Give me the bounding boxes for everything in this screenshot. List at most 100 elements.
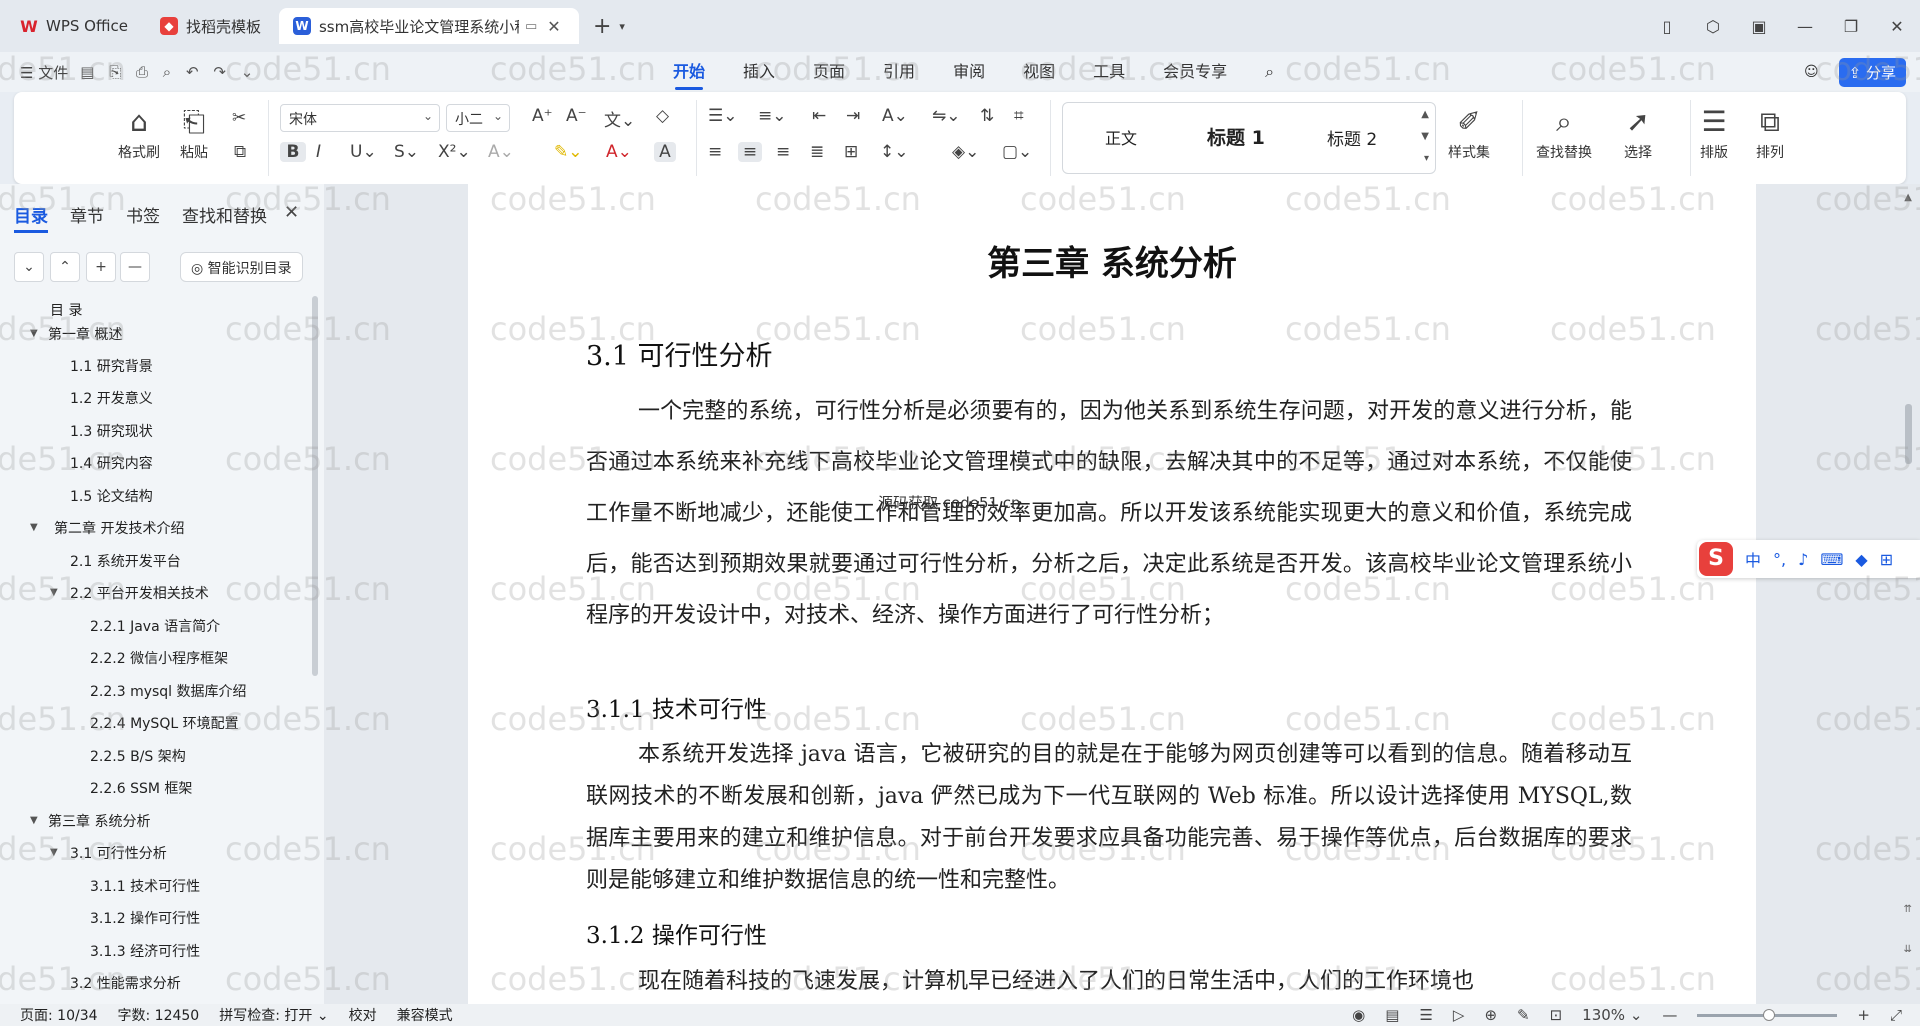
menu-button[interactable]: ☰ 文件	[20, 62, 68, 83]
font-size-select[interactable]: 小二 ⌄	[446, 104, 510, 132]
skin-icon[interactable]: ◆	[1855, 550, 1867, 569]
layout-button[interactable]: ☰ 排版	[1700, 102, 1728, 162]
menu-view[interactable]: 视图	[1023, 52, 1055, 92]
highlight-icon[interactable]: ✎⌄	[554, 142, 583, 162]
share-button[interactable]: ⇪ 分享	[1838, 57, 1906, 87]
chevron-down-icon[interactable]: ▼	[30, 522, 38, 533]
zoom-out-icon[interactable]: —	[1662, 1006, 1677, 1024]
toc-item[interactable]: 1.5 论文结构	[70, 486, 153, 506]
show-marks-icon[interactable]: ⌗	[1014, 106, 1024, 126]
toc-item[interactable]: 2.2.3 mysql 数据库介绍	[90, 681, 247, 701]
zoom-level[interactable]: 130% ⌄	[1582, 1006, 1642, 1024]
avatar[interactable]: ▣	[1736, 17, 1782, 36]
tab-find-replace[interactable]: 查找和替换	[182, 202, 267, 227]
scroll-up-icon[interactable]: ▲	[1904, 192, 1912, 203]
sogou-logo-icon[interactable]: S	[1699, 542, 1733, 576]
close-tab-icon[interactable]: ✕	[547, 17, 560, 36]
spell-check-toggle[interactable]: 拼写检查: 打开 ⌄	[219, 1005, 328, 1025]
copy-icon[interactable]: ⧉	[234, 142, 246, 162]
restore-icon[interactable]: ❐	[1828, 17, 1874, 36]
layout-icon[interactable]: ▯	[1644, 17, 1690, 36]
menu-member[interactable]: 会员专享	[1163, 52, 1227, 92]
increase-indent-icon[interactable]: ⇥	[846, 106, 860, 126]
format-painter-button[interactable]: ⌂ 格式刷	[118, 102, 160, 162]
align-center-icon[interactable]: ≡	[738, 142, 762, 162]
superscript-icon[interactable]: X²⌄	[438, 142, 471, 162]
numbered-list-icon[interactable]: ≡⌄	[758, 106, 787, 126]
chevron-down-icon[interactable]: ▼	[30, 815, 38, 826]
toc-item[interactable]: 2.2.5 B/S 架构	[90, 746, 186, 766]
menu-home[interactable]: 开始	[673, 52, 705, 92]
toc-item[interactable]: 2.2.4 MySQL 环境配置	[90, 713, 239, 733]
punctuation-icon[interactable]: °,	[1773, 550, 1786, 569]
toc-item[interactable]: 3.1.2 操作可行性	[90, 908, 200, 928]
toc-item[interactable]: 1.2 开发意义	[70, 388, 153, 408]
toolbox-icon[interactable]: ⊞	[1880, 550, 1893, 569]
style-set-button[interactable]: ✐ 样式集	[1448, 102, 1490, 162]
style-normal[interactable]: 正文	[1105, 125, 1137, 149]
toc-item[interactable]: 目 录	[50, 300, 82, 320]
word-count[interactable]: 字数: 12450	[118, 1005, 200, 1025]
next-page-icon[interactable]: ⇊	[1904, 944, 1912, 955]
chevron-down-icon[interactable]: ⌄	[241, 63, 254, 81]
paste-button[interactable]: ⎗ 粘贴	[180, 102, 208, 162]
toc-item[interactable]: 第一章 概述	[48, 324, 122, 344]
expand-down-icon[interactable]: ⌄	[14, 252, 44, 282]
collapse-up-icon[interactable]: ⌃	[50, 252, 80, 282]
border-icon[interactable]: ▢⌄	[1002, 142, 1032, 162]
microphone-icon[interactable]: ♪	[1798, 550, 1808, 569]
toc-item[interactable]: 3.1 可行性分析	[70, 843, 167, 863]
menu-insert[interactable]: 插入	[743, 52, 775, 92]
comment-icon[interactable]: ☺	[1804, 64, 1819, 80]
add-heading-icon[interactable]: +	[86, 252, 116, 282]
page-view-icon[interactable]: ▤	[1385, 1006, 1399, 1024]
tab-document[interactable]: W ssm高校毕业论文管理系统小程 ▭ ✕	[278, 8, 579, 44]
menu-tools[interactable]: 工具	[1093, 52, 1125, 92]
font-name-select[interactable]: 宋体 ⌄	[280, 104, 440, 132]
justify-icon[interactable]: ≣	[810, 142, 824, 162]
tab-wps-office[interactable]: W WPS Office	[6, 8, 142, 44]
toc-scrollbar[interactable]	[312, 296, 318, 676]
strikethrough-icon[interactable]: S⌄	[394, 142, 419, 162]
shrink-font-icon[interactable]: A⁻	[566, 106, 587, 126]
toc-item[interactable]: 1.1 研究背景	[70, 356, 153, 376]
menu-page[interactable]: 页面	[813, 52, 845, 92]
toc-item[interactable]: 3.1.1 技术可行性	[90, 876, 200, 896]
text-direction-icon[interactable]: A⌄	[882, 106, 908, 126]
find-replace-button[interactable]: ⌕ 查找替换	[1536, 102, 1592, 162]
align-left-icon[interactable]: ≡	[708, 142, 722, 162]
minimize-icon[interactable]: —	[1782, 17, 1828, 36]
redo-icon[interactable]: ↷	[213, 63, 226, 81]
line-spacing-icon[interactable]: ↕⌄	[880, 142, 909, 162]
toc-item[interactable]: 1.4 研究内容	[70, 453, 153, 473]
tab-bookmarks[interactable]: 书签	[126, 202, 160, 227]
chevron-down-icon[interactable]: ▼	[50, 587, 58, 598]
decrease-indent-icon[interactable]: ⇤	[812, 106, 826, 126]
arrange-button[interactable]: ⧉ 排列	[1756, 102, 1784, 162]
page-indicator[interactable]: 页面: 10/34	[20, 1005, 98, 1025]
menu-references[interactable]: 引用	[883, 52, 915, 92]
style-heading-1[interactable]: 标题 1	[1207, 123, 1265, 150]
more-styles-icon[interactable]: ▾	[1424, 153, 1429, 164]
window-mode-icon[interactable]: ▭	[525, 19, 537, 34]
phonetic-guide-icon[interactable]: 文⌄	[604, 106, 635, 131]
chevron-down-icon[interactable]: ▾	[619, 20, 625, 33]
toc-item[interactable]: 3.2 性能需求分析	[70, 973, 181, 993]
italic-icon[interactable]: I	[316, 142, 321, 162]
tab-docer-templates[interactable]: ◆ 找稻壳模板	[146, 8, 275, 44]
proofread-button[interactable]: 校对	[349, 1005, 377, 1025]
align-right-icon[interactable]: ≡	[776, 142, 790, 162]
grow-font-icon[interactable]: A⁺	[532, 106, 553, 126]
chevron-up-icon[interactable]: ▲	[1421, 109, 1429, 120]
toc-item[interactable]: 3.1.3 经济可行性	[90, 941, 200, 961]
web-view-icon[interactable]: ⊕	[1484, 1006, 1497, 1024]
zoom-slider-handle[interactable]	[1763, 1008, 1776, 1021]
toc-item[interactable]: 2.2.2 微信小程序框架	[90, 648, 228, 668]
save-icon[interactable]: ▤	[80, 63, 94, 81]
document-page[interactable]: 第三章 系统分析 3.1 可行性分析 一个完整的系统，可行性分析是必须要有的，因…	[468, 184, 1756, 1004]
pen-icon[interactable]: ✎	[1517, 1006, 1530, 1024]
chevron-down-icon[interactable]: ▼	[50, 847, 58, 858]
bold-icon[interactable]: B	[280, 142, 306, 162]
ime-mode-label[interactable]: 中	[1745, 547, 1761, 571]
play-icon[interactable]: ▷	[1453, 1006, 1465, 1024]
